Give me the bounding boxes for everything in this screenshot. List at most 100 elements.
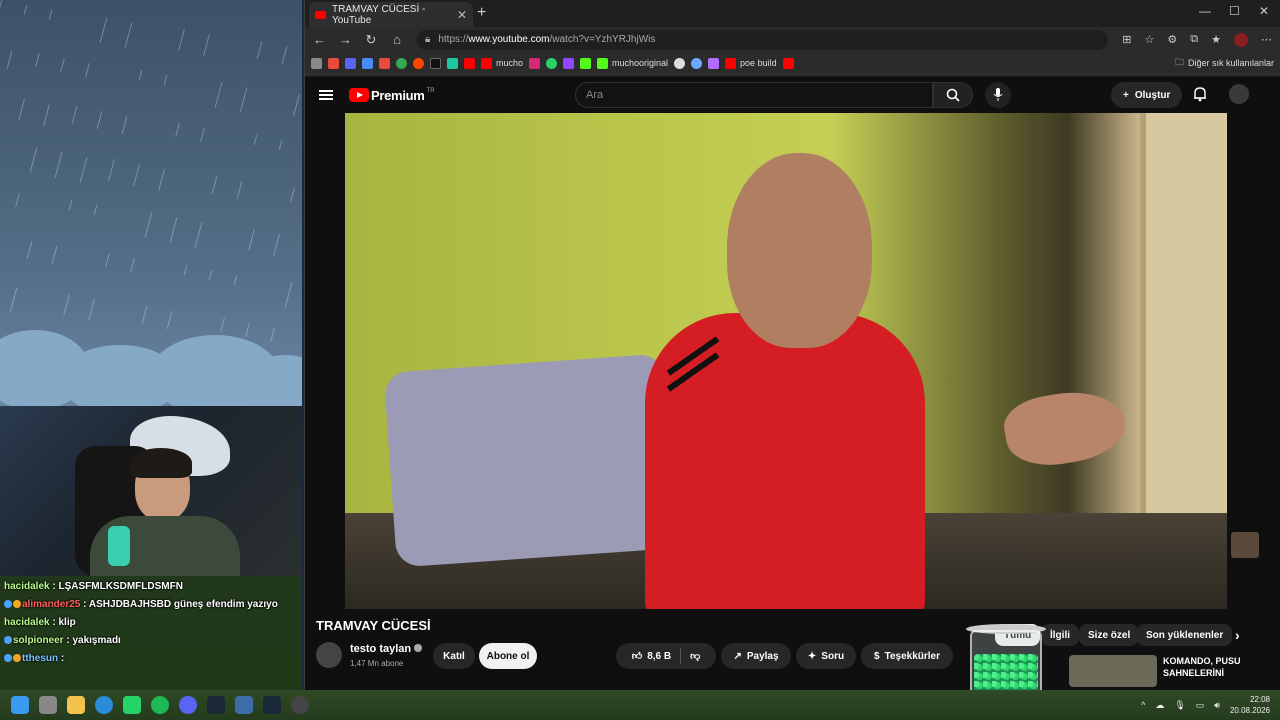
dislike-button[interactable]: 👎︎ — [690, 650, 700, 662]
search-input[interactable]: Ara — [575, 82, 933, 108]
thanks-button[interactable]: $ Teşekkürler — [861, 643, 953, 669]
close-window-button[interactable]: ✕ — [1259, 4, 1269, 18]
task-view-icon[interactable] — [39, 696, 57, 714]
bookmark-item[interactable] — [580, 57, 592, 69]
steam-icon[interactable] — [207, 696, 225, 714]
bookmark-item[interactable] — [546, 57, 558, 69]
ask-button[interactable]: ✦ Soru — [796, 643, 856, 669]
bookmark-item[interactable] — [529, 57, 541, 69]
steam-icon[interactable] — [263, 696, 281, 714]
profile-avatar[interactable] — [1234, 32, 1248, 47]
clock[interactable]: 22:08 20.08.2026 — [1230, 694, 1270, 716]
video-pillow — [383, 353, 677, 568]
rain-streak — [0, 0, 3, 10]
menu-icon[interactable] — [319, 90, 333, 100]
notifications-bell-icon[interactable] — [1193, 86, 1207, 102]
tab-youtube[interactable]: TRAMVAY CÜCESİ - YouTube ✕ — [309, 2, 473, 27]
chevron-right-icon[interactable]: › — [1235, 627, 1240, 643]
reload-icon[interactable]: ↻ — [365, 32, 377, 48]
other-favorites-folder[interactable]: 🗀 Diğer sık kullanılanlar — [1175, 55, 1274, 71]
bookmark-item[interactable] — [708, 57, 720, 69]
bookmark-item[interactable] — [379, 57, 390, 69]
user-avatar[interactable] — [1229, 84, 1249, 104]
bookmark-item[interactable] — [782, 57, 794, 69]
bookmark-mucho[interactable]: mucho — [481, 57, 523, 69]
translate-icon — [362, 57, 373, 69]
rain-streak — [284, 282, 293, 308]
whatsapp-icon[interactable] — [123, 696, 141, 714]
rain-streak — [158, 169, 165, 191]
back-icon[interactable]: ← — [313, 32, 326, 47]
bookmark-item[interactable] — [674, 57, 686, 69]
rain-streak — [273, 234, 280, 256]
address-toolbar: ← → ↻ ⌂ 🔒︎ https://www.youtube.com/watch… — [305, 27, 1280, 52]
bookmark-item[interactable] — [396, 57, 407, 69]
bookmark-item[interactable] — [311, 57, 322, 69]
bookmark-item[interactable] — [413, 57, 424, 69]
chevron-up-icon[interactable]: ^ — [1141, 700, 1145, 710]
maximize-button[interactable]: ☐ — [1229, 4, 1240, 18]
side-thumbnail[interactable] — [1231, 532, 1259, 558]
voice-search-button[interactable] — [985, 82, 1011, 108]
bookmark-item[interactable] — [563, 57, 575, 69]
bookmark-item[interactable] — [362, 57, 373, 69]
favorite-star-icon[interactable]: ☆ — [1145, 33, 1155, 46]
collections-icon[interactable]: ⧉ — [1190, 33, 1198, 46]
extensions-icon[interactable]: ⚙ — [1167, 33, 1177, 46]
join-button[interactable]: Katıl — [433, 643, 475, 669]
network-icon[interactable]: ☁ — [1155, 700, 1164, 711]
app-icon[interactable] — [235, 696, 253, 714]
new-tab-button[interactable]: + — [477, 4, 486, 22]
chip-recent[interactable]: Son yüklenenler — [1137, 624, 1233, 646]
address-bar[interactable]: 🔒︎ https://www.youtube.com/watch?v=YzhYR… — [417, 29, 1109, 50]
recommended-title[interactable]: KOMANDO, PUSU SAHNELERİNİ — [1163, 655, 1263, 679]
like-count: 8,6 B — [647, 650, 672, 662]
bookmark-item[interactable] — [447, 57, 458, 69]
bookmark-item[interactable] — [328, 57, 339, 69]
folder-label: Diğer sık kullanılanlar — [1187, 58, 1274, 68]
edge-icon[interactable] — [95, 696, 113, 714]
discord-icon[interactable] — [179, 696, 197, 714]
windows-start-icon[interactable] — [11, 696, 29, 714]
bookmark-item[interactable] — [691, 57, 703, 69]
subscribe-button[interactable]: Abone ol — [479, 643, 537, 669]
bookmark-item[interactable] — [464, 57, 475, 69]
divider — [680, 648, 682, 664]
create-button[interactable]: + Oluştur — [1111, 82, 1183, 108]
more-icon[interactable]: ⋯ — [1261, 33, 1272, 46]
microphone-icon[interactable]: 🎙︎ — [1174, 700, 1185, 711]
split-screen-icon[interactable]: ⊞ — [1122, 33, 1131, 46]
chip-for-you[interactable]: Size özel — [1079, 624, 1140, 646]
video-player[interactable] — [345, 113, 1227, 609]
bookmark-muchooriginal[interactable]: muchooriginal — [597, 57, 668, 69]
browser-window: TRAMVAY CÜCESİ - YouTube ✕ + — ☐ ✕ ← → ↻… — [304, 0, 1280, 690]
youtube-logo[interactable]: Premium TR — [349, 88, 435, 103]
channel-avatar[interactable] — [316, 642, 342, 668]
channel-name[interactable]: testo taylan — [350, 643, 423, 655]
share-label: Paylaş — [746, 650, 779, 662]
bookmark-poe-build[interactable]: poe build — [725, 57, 777, 69]
rain-streak — [175, 123, 180, 137]
like-button[interactable]: 👍︎ 8,6 B — [632, 650, 672, 663]
bookmark-item[interactable] — [430, 57, 441, 69]
forward-icon[interactable]: → — [339, 32, 352, 47]
obs-icon[interactable] — [291, 696, 309, 714]
share-button[interactable]: ↗ Paylaş — [721, 643, 791, 669]
home-icon[interactable]: ⌂ — [391, 32, 403, 47]
favorites-icon[interactable]: ★ — [1211, 33, 1221, 46]
search-button[interactable] — [933, 82, 973, 108]
rain-streak — [200, 128, 205, 142]
chip-related[interactable]: İlgili — [1041, 624, 1079, 646]
url-text: https://www.youtube.com/watch?v=YzhYRJhj… — [438, 34, 656, 45]
like-dislike-group: 👍︎ 8,6 B 👎︎ — [616, 643, 716, 669]
display-icon[interactable]: ▭ — [1196, 700, 1205, 711]
minimize-button[interactable]: — — [1199, 4, 1211, 18]
spotify-icon[interactable] — [151, 696, 169, 714]
volume-icon[interactable]: 🔊︎ — [1214, 700, 1220, 711]
close-tab-icon[interactable]: ✕ — [457, 8, 467, 22]
rain-streak — [108, 159, 115, 181]
youtube-icon — [725, 57, 737, 69]
file-explorer-icon[interactable] — [67, 696, 85, 714]
recommended-thumbnail[interactable] — [1069, 655, 1157, 687]
bookmark-item[interactable] — [345, 57, 356, 69]
